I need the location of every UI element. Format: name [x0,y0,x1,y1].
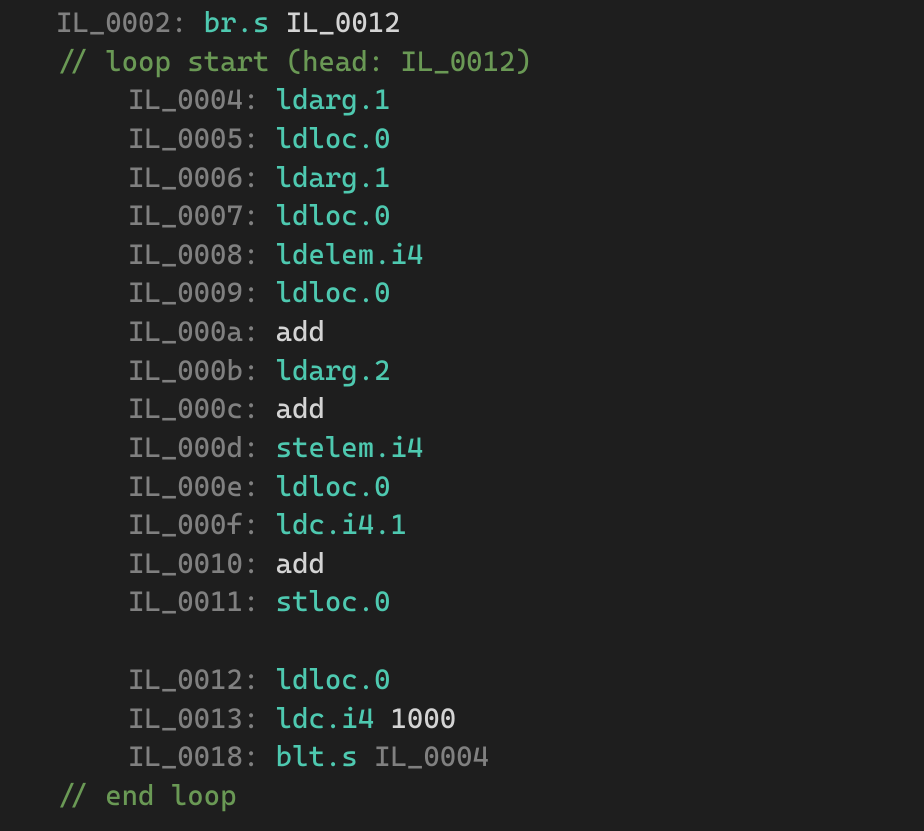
il-label: IL_0012: [128,663,259,696]
il-target: 1000 [374,702,456,735]
il-opcode: ldarg.2 [276,354,391,387]
il-opcode: ldloc.0 [276,122,391,155]
il-label: IL_0004: [128,83,259,116]
il-label: IL_0006: [128,161,259,194]
code-line: IL_000f: ldc.i4.1 [0,506,924,545]
il-opcode: ldarg.1 [276,83,391,116]
code-line: IL_0009: ldloc.0 [0,274,924,313]
blank-line [0,622,924,661]
code-line: IL_000b: ldarg.2 [0,352,924,391]
il-target: IL_0004 [358,740,489,773]
code-line: IL_000e: ldloc.0 [0,468,924,507]
code-line: IL_0018: blt.s IL_0004 [0,738,924,777]
il-opcode: ldloc.0 [276,663,391,696]
code-line: IL_0004: ldarg.1 [0,81,924,120]
il-opcode: add [276,392,325,425]
il-opcode: ldloc.0 [276,276,391,309]
il-label: IL_0010: [128,547,259,580]
il-opcode: blt.s [276,740,358,773]
il-code-block: IL_0002: br.s IL_0012// loop start (head… [0,0,924,820]
code-line: IL_000a: add [0,313,924,352]
il-opcode: ldarg.1 [276,161,391,194]
il-opcode: ldc.i4 [276,702,374,735]
il-opcode: add [276,547,325,580]
il-opcode: stelem.i4 [276,431,424,464]
code-line: IL_0006: ldarg.1 [0,159,924,198]
il-label: IL_000f: [128,508,259,541]
code-line: IL_0007: ldloc.0 [0,197,924,236]
code-line: IL_0005: ldloc.0 [0,120,924,159]
il-opcode: ldc.i4.1 [276,508,407,541]
code-line: IL_0011: stloc.0 [0,583,924,622]
il-label: IL_000a: [128,315,259,348]
code-line: // end loop [0,777,924,816]
il-label: IL_000b: [128,354,259,387]
il-opcode: ldloc.0 [276,470,391,503]
il-label: IL_000e: [128,470,259,503]
code-line: IL_0002: br.s IL_0012 [0,4,924,43]
il-label: IL_0011: [128,585,259,618]
code-line: IL_000c: add [0,390,924,429]
il-label: IL_0002: [56,6,187,39]
il-opcode: add [276,315,325,348]
il-label: IL_000d: [128,431,259,464]
comment: // end loop [56,779,236,812]
il-opcode: ldelem.i4 [276,238,424,271]
code-line: IL_0010: add [0,545,924,584]
code-line: IL_0008: ldelem.i4 [0,236,924,275]
il-label: IL_0005: [128,122,259,155]
il-opcode: stloc.0 [276,585,391,618]
il-target: IL_0012 [269,6,400,39]
comment: // loop start (head: IL_0012) [56,45,532,78]
il-label: IL_0009: [128,276,259,309]
il-label: IL_000c: [128,392,259,425]
il-label: IL_0018: [128,740,259,773]
il-opcode: br.s [204,6,270,39]
il-label: IL_0008: [128,238,259,271]
il-label: IL_0007: [128,199,259,232]
code-line: IL_0012: ldloc.0 [0,661,924,700]
code-line: IL_0013: ldc.i4 1000 [0,700,924,739]
code-line: // loop start (head: IL_0012) [0,43,924,82]
il-label: IL_0013: [128,702,259,735]
code-line: IL_000d: stelem.i4 [0,429,924,468]
il-opcode: ldloc.0 [276,199,391,232]
